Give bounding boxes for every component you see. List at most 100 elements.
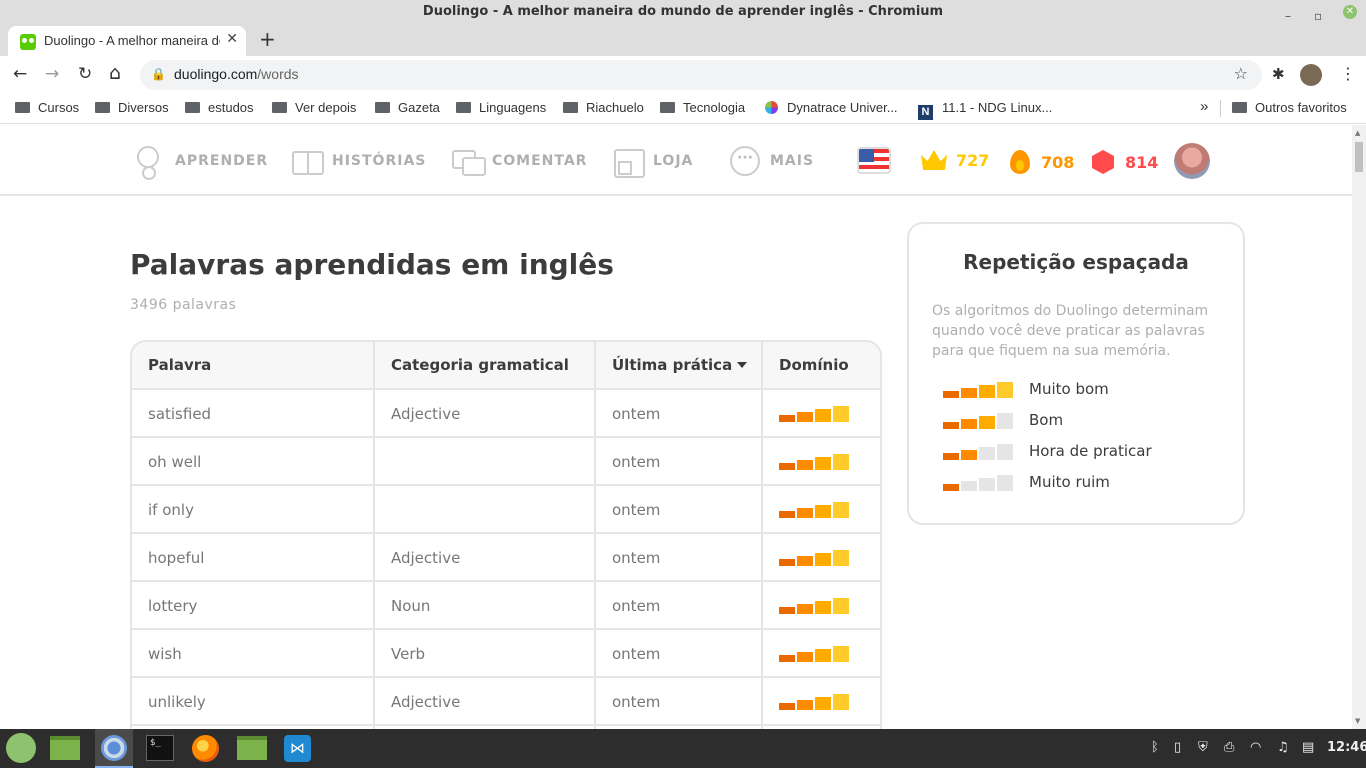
firefox-icon[interactable] bbox=[192, 735, 219, 762]
folder-icon bbox=[95, 102, 110, 113]
new-tab-icon[interactable]: + bbox=[259, 27, 276, 51]
last-practice-cell: ontem bbox=[596, 630, 763, 676]
files-icon[interactable] bbox=[50, 736, 80, 760]
streak-counter[interactable]: 708 bbox=[1010, 150, 1074, 174]
lock-icon[interactable]: 🔒 bbox=[151, 67, 166, 81]
strength-bar bbox=[979, 447, 995, 460]
table-row[interactable]: oh well ontem bbox=[132, 438, 880, 486]
bookmark-ver-depois[interactable]: Ver depois bbox=[272, 100, 356, 115]
strength-bar bbox=[979, 385, 995, 398]
scroll-down-icon[interactable]: ▼ bbox=[1355, 717, 1360, 725]
url-text[interactable]: duolingo.com/words bbox=[174, 66, 299, 82]
spaced-repetition-card: Repetição espaçada Os algoritmos do Duol… bbox=[907, 222, 1245, 525]
shield-icon[interactable]: ⛨ bbox=[1198, 740, 1208, 755]
strength-bar bbox=[833, 550, 849, 566]
strength-bar bbox=[779, 511, 795, 518]
mint-menu-icon[interactable] bbox=[6, 733, 36, 763]
nav-mais[interactable]: ··· MAIS bbox=[730, 145, 814, 177]
bookmark-label: Riachuelo bbox=[586, 100, 644, 115]
legend-label: Hora de praticar bbox=[1029, 442, 1152, 460]
category-cell bbox=[375, 486, 596, 532]
bookmark-star-icon[interactable]: ☆ bbox=[1234, 64, 1248, 83]
folder-icon[interactable] bbox=[237, 736, 267, 760]
bookmark-label: 11.1 - NDG Linux... bbox=[942, 100, 1053, 115]
column-header-word[interactable]: Palavra bbox=[132, 342, 375, 388]
back-icon[interactable]: ← bbox=[13, 64, 27, 84]
folder-icon bbox=[185, 102, 200, 113]
mastery-cell bbox=[763, 390, 880, 436]
us-flag-icon[interactable] bbox=[857, 147, 891, 174]
strength-bar bbox=[815, 601, 831, 614]
clock[interactable]: 12:46 bbox=[1327, 740, 1366, 755]
bookmark-diversos[interactable]: Diversos bbox=[95, 100, 169, 115]
music-icon[interactable]: ♫ bbox=[1277, 740, 1289, 755]
strength-bar bbox=[979, 416, 995, 429]
word-count: 3496 palavras bbox=[130, 297, 237, 313]
column-header-mastery[interactable]: Domínio bbox=[763, 342, 880, 388]
clipboard-icon[interactable]: ▯ bbox=[1174, 740, 1181, 755]
bookmark-dynatrace[interactable]: Dynatrace Univer... bbox=[765, 100, 898, 115]
learn-icon bbox=[135, 146, 165, 180]
tab-duolingo[interactable]: Duolingo - A melhor maneira do mundo de … bbox=[8, 26, 246, 56]
address-bar[interactable]: 🔒 duolingo.com/words ☆ bbox=[140, 60, 1262, 90]
table-row[interactable]: wish Verb ontem bbox=[132, 630, 880, 678]
nav-historias[interactable]: HISTÓRIAS bbox=[292, 145, 426, 177]
wifi-icon[interactable]: ◠ bbox=[1250, 740, 1261, 755]
bookmarks-overflow-icon[interactable]: » bbox=[1200, 98, 1208, 115]
bookmark-cursos[interactable]: Cursos bbox=[15, 100, 79, 115]
window-close-icon[interactable]: ✕ bbox=[1343, 5, 1357, 19]
terminal-icon[interactable]: $_ bbox=[146, 735, 174, 761]
strength-bar bbox=[997, 475, 1013, 491]
nav-aprender[interactable]: APRENDER bbox=[135, 145, 268, 180]
bookmark-label: Gazeta bbox=[398, 100, 440, 115]
bookmark-estudos[interactable]: estudos bbox=[185, 100, 254, 115]
column-header-category[interactable]: Categoria gramatical bbox=[375, 342, 596, 388]
last-practice-cell: ontem bbox=[596, 582, 763, 628]
bookmark-outros-favoritos[interactable]: Outros favoritos bbox=[1232, 100, 1347, 115]
strength-meter-icon bbox=[779, 404, 880, 422]
tab-close-icon[interactable]: ✕ bbox=[226, 31, 238, 47]
strength-bar bbox=[815, 553, 831, 566]
printer-icon[interactable]: ⎙ bbox=[1224, 740, 1234, 755]
bookmark-tecnologia[interactable]: Tecnologia bbox=[660, 100, 745, 115]
scroll-thumb[interactable] bbox=[1355, 142, 1363, 172]
extensions-icon[interactable]: ✱ bbox=[1272, 65, 1285, 83]
home-icon[interactable]: ⌂ bbox=[109, 62, 121, 84]
nav-loja[interactable]: LOJA bbox=[613, 145, 693, 178]
table-row[interactable]: if only ontem bbox=[132, 486, 880, 534]
profile-avatar-icon[interactable] bbox=[1300, 64, 1322, 86]
forward-icon[interactable]: → bbox=[45, 64, 59, 84]
bookmark-riachuelo[interactable]: Riachuelo bbox=[563, 100, 644, 115]
page-scrollbar[interactable]: ▲ ▼ bbox=[1352, 125, 1366, 729]
reload-icon[interactable]: ↻ bbox=[78, 64, 92, 84]
strength-bar bbox=[833, 502, 849, 518]
os-taskbar: $_ ⋈ ᛒ ▯ ⛨ ⎙ ◠ ♫ ▤ 12:46 bbox=[0, 729, 1366, 768]
table-row[interactable]: unlikely Adjective ontem bbox=[132, 678, 880, 726]
browser-menu-icon[interactable]: ⋮ bbox=[1340, 64, 1356, 83]
user-avatar[interactable] bbox=[1174, 143, 1210, 179]
strength-bar bbox=[833, 694, 849, 710]
gems-value: 814 bbox=[1125, 152, 1159, 172]
mastery-cell bbox=[763, 630, 880, 676]
bluetooth-icon[interactable]: ᛒ bbox=[1151, 740, 1159, 755]
dynatrace-icon bbox=[765, 101, 778, 114]
category-cell: Verb bbox=[375, 630, 596, 676]
words-table: Palavra Categoria gramatical Última prát… bbox=[130, 340, 882, 740]
table-row[interactable]: satisfied Adjective ontem bbox=[132, 390, 880, 438]
column-header-last-practice[interactable]: Última prática bbox=[596, 342, 763, 388]
bookmark-gazeta[interactable]: Gazeta bbox=[375, 100, 440, 115]
table-row[interactable]: hopeful Adjective ontem bbox=[132, 534, 880, 582]
bookmark-linguagens[interactable]: Linguagens bbox=[456, 100, 546, 115]
legend-label: Bom bbox=[1029, 411, 1064, 429]
nav-comentar[interactable]: COMENTAR bbox=[452, 145, 587, 177]
gems-counter[interactable]: 814 bbox=[1092, 150, 1158, 174]
vscode-icon[interactable]: ⋈ bbox=[284, 735, 311, 762]
battery-icon[interactable]: ▤ bbox=[1302, 740, 1314, 755]
bookmark-ndg-linux[interactable]: N 11.1 - NDG Linux... bbox=[918, 100, 1052, 120]
table-row[interactable]: lottery Noun ontem bbox=[132, 582, 880, 630]
scroll-up-icon[interactable]: ▲ bbox=[1355, 129, 1360, 137]
url-path: /words bbox=[257, 66, 299, 82]
chromium-icon[interactable] bbox=[101, 735, 127, 761]
strength-meter-icon bbox=[943, 442, 1013, 460]
crowns-counter[interactable]: 727 bbox=[921, 150, 989, 170]
